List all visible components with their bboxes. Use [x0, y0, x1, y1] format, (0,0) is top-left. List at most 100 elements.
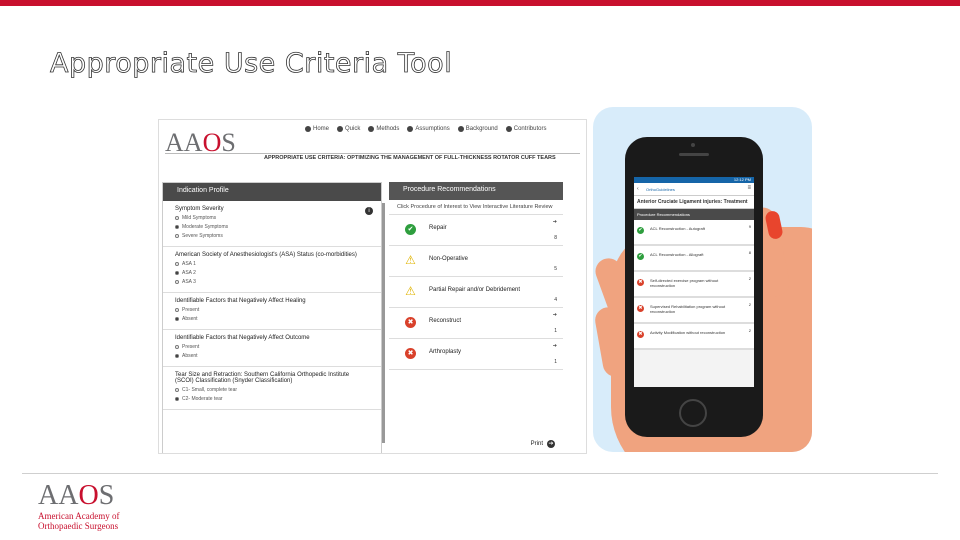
mobile-recommendation-row[interactable]: ✖ Self-directed exercise program without …	[634, 272, 754, 298]
mobile-recommendation-score: 2	[748, 302, 751, 307]
mobile-recommendation-row[interactable]: ✖ Supervised Rehabilitation program witho…	[634, 298, 754, 324]
x-icon: ✖	[637, 279, 644, 286]
x-icon: ✖	[405, 348, 416, 359]
radio-option[interactable]: Present	[175, 344, 369, 350]
org-line-1: American Academy of	[38, 511, 120, 521]
nav-item[interactable]: Background	[457, 126, 498, 132]
web-nav: Home Quick Methods Assumptions Background Con…	[305, 126, 546, 132]
criteria-section: American Society of Anesthesiologist's (…	[163, 247, 381, 293]
radio-option[interactable]: C1- Small, complete tear	[175, 387, 369, 393]
nav-label: Home	[313, 126, 330, 132]
radio-button[interactable]	[175, 271, 179, 275]
criteria-section: Tear Size and Retraction: Southern Calif…	[163, 367, 381, 410]
recommendation-row[interactable]: ✖ Arthroplasty ➔ 1	[389, 339, 563, 370]
recommendation-row[interactable]: ✖ Reconstruct ➔ 1	[389, 308, 563, 339]
footer-org-name: American Academy of Orthopaedic Surgeons	[38, 511, 119, 531]
recommendation-label: Arthroplasty	[429, 349, 462, 355]
print-button[interactable]: Print ➔	[531, 440, 555, 448]
radio-button[interactable]	[175, 388, 179, 392]
back-icon[interactable]: ‹	[637, 186, 639, 192]
web-divider	[165, 153, 580, 154]
radio-option[interactable]: ASA 1	[175, 261, 369, 267]
radio-option[interactable]: Severe Symptoms	[175, 233, 369, 239]
recommendation-label: Repair	[429, 225, 447, 231]
nav-item[interactable]: Quick	[337, 126, 360, 132]
home-icon	[305, 126, 311, 132]
check-icon: ✔	[637, 227, 644, 234]
radio-label: ASA 1	[182, 261, 196, 267]
radio-label: C1- Small, complete tear	[182, 387, 238, 393]
nav-item[interactable]: Contributors	[505, 126, 547, 132]
radio-button[interactable]	[175, 397, 179, 401]
arrow-icon: ➔	[552, 219, 557, 225]
mobile-recommendation-row[interactable]: ✔ ACL Reconstruction - Allograft 8	[634, 246, 754, 272]
arrow-right-icon: ➔	[547, 440, 555, 448]
radio-option[interactable]: Mild Symptoms	[175, 215, 369, 221]
radio-option[interactable]: ASA 3	[175, 279, 369, 285]
mobile-recommendation-score: 2	[748, 276, 751, 281]
radio-label: Mild Symptoms	[182, 215, 217, 221]
info-icon	[407, 126, 414, 132]
recommendation-list: ✔ Repair ➔ 8 ⚠ Non-Operative 5 ⚠ Partial Repair …	[389, 215, 563, 370]
recommendation-row[interactable]: ✔ Repair ➔ 8	[389, 215, 563, 246]
mobile-recommendation-row[interactable]: ✖ Activity Modification without reconstru…	[634, 324, 754, 350]
procedure-recommendations-title: Procedure Recommendations	[389, 182, 563, 200]
warning-icon: ⚠	[405, 284, 416, 298]
recommendation-label: Reconstruct	[429, 318, 462, 324]
radio-button[interactable]	[175, 280, 179, 284]
radio-label: Present	[182, 307, 200, 313]
radio-option[interactable]: Absent	[175, 353, 369, 359]
warning-icon: ⚠	[405, 253, 416, 267]
speaker-grille	[679, 153, 709, 156]
criteria-section: Symptom Severity Mild Symptoms Moderate Sy…	[163, 201, 381, 247]
recommendation-row[interactable]: ⚠ Non-Operative 5	[389, 246, 563, 277]
radio-button[interactable]	[175, 216, 179, 220]
recommendation-row[interactable]: ⚠ Partial Repair and/or Debridement 4	[389, 277, 563, 308]
check-icon: ✔	[637, 253, 644, 260]
nav-item[interactable]: Assumptions	[407, 126, 450, 132]
recommendation-score: 4	[554, 297, 557, 303]
criteria-question: Tear Size and Retraction: Southern Calif…	[175, 372, 350, 384]
info-icon	[505, 126, 512, 132]
radio-button[interactable]	[175, 317, 179, 321]
mobile-recommendation-label: Activity Modification without reconstruc…	[650, 330, 726, 335]
camera-icon	[691, 143, 695, 147]
nav-label: Quick	[345, 126, 361, 132]
radio-button[interactable]	[175, 354, 179, 358]
mobile-recommendation-score: 2	[748, 328, 751, 333]
recommendation-score: 1	[554, 328, 557, 334]
radio-button[interactable]	[175, 234, 179, 238]
radio-button[interactable]	[175, 225, 179, 229]
mobile-recommendation-row[interactable]: ✔ ACL Reconstruction - Autograft 9	[634, 220, 754, 246]
recommendation-label: Partial Repair and/or Debridement	[429, 287, 521, 293]
recommendation-score: 1	[554, 359, 557, 365]
scrollbar[interactable]	[382, 203, 385, 443]
radio-option[interactable]: C2- Moderate tear	[175, 396, 369, 402]
radio-label: ASA 2	[182, 270, 196, 276]
radio-option[interactable]: Present	[175, 307, 369, 313]
footer-divider	[22, 473, 938, 474]
radio-button[interactable]	[175, 308, 179, 312]
radio-option[interactable]: Moderate Symptoms	[175, 224, 369, 230]
menu-icon[interactable]: ≡	[747, 185, 751, 191]
nav-item[interactable]: Methods	[368, 126, 399, 132]
nav-label: Contributors	[513, 126, 547, 132]
radio-option[interactable]: Absent	[175, 316, 369, 322]
radio-label: Absent	[182, 353, 198, 359]
mobile-recommendation-score: 8	[748, 250, 751, 255]
arrow-icon: ➔	[552, 312, 557, 318]
mobile-section-header: Procedure Recommendations	[634, 209, 754, 220]
info-icon	[368, 126, 375, 132]
nav-label: Background	[465, 126, 498, 132]
radio-button[interactable]	[175, 345, 179, 349]
indication-profile-panel: Indication Profile i Symptom Severity Mil…	[162, 182, 385, 453]
nav-item[interactable]: Home	[305, 126, 329, 132]
x-icon: ✖	[405, 317, 416, 328]
footer-logo: AAOS	[38, 480, 115, 511]
mobile-recommendation-label: Supervised Rehabilitation program withou…	[650, 304, 726, 314]
radio-button[interactable]	[175, 262, 179, 266]
home-button[interactable]	[679, 399, 707, 427]
radio-option[interactable]: ASA 2	[175, 270, 369, 276]
info-icon[interactable]: i	[365, 207, 373, 215]
app-brand: OrthoGuidelines	[646, 187, 675, 192]
